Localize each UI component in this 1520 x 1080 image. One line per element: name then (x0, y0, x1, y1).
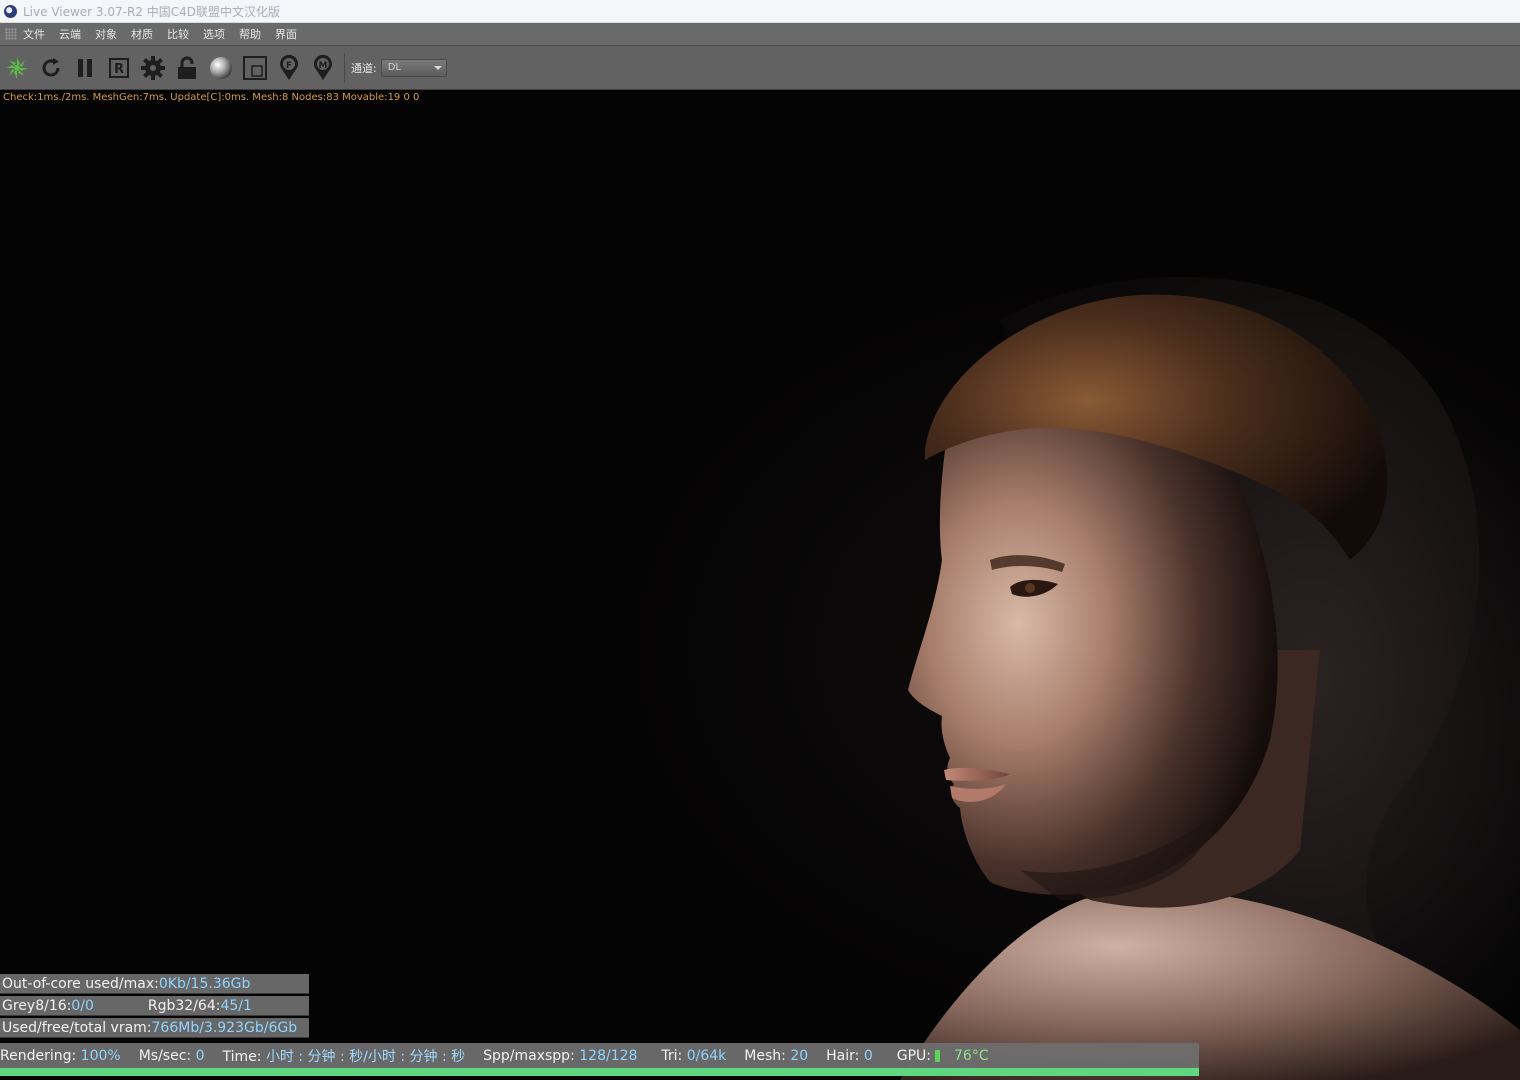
time-status: Time: 小时 : 分钟 : 秒/小时 : 分钟 : 秒 (222, 1048, 466, 1065)
lock-button[interactable] (172, 53, 202, 83)
rgb-value: 45/1 (220, 997, 252, 1014)
svg-text:F: F (286, 61, 292, 71)
lock-icon (178, 56, 196, 79)
recalculate-button[interactable]: R (104, 53, 134, 83)
title-bar: Live Viewer 3.07-R2 中国C4D联盟中文汉化版 (0, 0, 1520, 23)
ms-per-sec-value: 0 (195, 1047, 205, 1064)
gpu-status: GPU: 76°C (896, 1047, 989, 1064)
menu-bar: 文件 云端 对象 材质 比较 选项 帮助 界面 (0, 23, 1520, 46)
rendered-portrait-image (900, 276, 1520, 1080)
toolbar: R F M 通道: DL (0, 46, 1520, 90)
material-sphere-icon (210, 56, 232, 79)
settings-gear-icon (141, 55, 165, 80)
channel-label: 通道: (351, 61, 377, 75)
material-preview-button[interactable] (206, 53, 236, 83)
settings-button[interactable] (138, 53, 168, 83)
mesh-status: Mesh: 20 (744, 1047, 809, 1064)
spp-value: 128/128 (579, 1047, 638, 1064)
chevron-down-icon (433, 65, 442, 70)
menu-grip-icon[interactable] (5, 28, 17, 40)
material-picker-button[interactable]: M (308, 53, 338, 83)
vram-value: 766Mb/3.923Gb/6Gb (151, 1019, 298, 1036)
restart-icon (42, 57, 60, 76)
svg-text:M: M (319, 61, 328, 71)
window-title: Live Viewer 3.07-R2 中国C4D联盟中文汉化版 (23, 4, 281, 19)
mesh-value: 20 (790, 1047, 809, 1064)
focus-picker-button[interactable]: F (274, 53, 304, 83)
menu-materials[interactable]: 材质 (131, 26, 153, 42)
channel-dropdown-value: DL (387, 62, 401, 73)
menu-compare[interactable]: 比较 (167, 26, 189, 42)
render-viewport[interactable]: Check:1ms./2ms. MeshGen:7ms. Update[C]:0… (0, 90, 1520, 1080)
region-render-button[interactable] (240, 53, 270, 83)
menu-objects[interactable]: 对象 (95, 26, 117, 42)
vram-readout: Used/free/total vram: 766Mb/3.923Gb/6Gb (0, 1018, 309, 1038)
render-status-bar: Rendering: 100% Ms/sec: 0 Time: 小时 : 分钟 … (0, 1043, 1199, 1068)
hair-value: 0 (863, 1047, 873, 1064)
rgb-label: Rgb32/64: (147, 997, 221, 1014)
pause-render-button[interactable] (70, 53, 100, 83)
grey-label: Grey8/16: (2, 997, 72, 1014)
ooc-label: Out-of-core used/max: (2, 975, 159, 992)
render-progress-fill (0, 1068, 1199, 1076)
gpu-temperature: 76°C (954, 1047, 989, 1064)
octane-logo-icon (6, 56, 28, 79)
spp-status: Spp/maxspp: 128/128 (483, 1047, 638, 1064)
tri-value: 0/64k (686, 1047, 727, 1064)
toolbar-separator (344, 52, 345, 83)
hair-status: Hair: 0 (826, 1047, 873, 1064)
gpu-usage-bar (935, 1049, 941, 1062)
app-logo-icon (4, 4, 17, 18)
menu-options[interactable]: 选项 (203, 26, 225, 42)
start-render-button[interactable] (2, 53, 32, 83)
ooc-value: 0Kb/15.36Gb (158, 975, 251, 992)
focus-pick-f-icon: F (280, 54, 298, 80)
rendering-percent: 100% (80, 1047, 121, 1064)
svg-text:R: R (114, 62, 124, 77)
material-pick-m-icon: M (314, 54, 332, 80)
texture-count-readout: Grey8/16: 0/0 Rgb32/64: 45/1 (0, 996, 309, 1016)
rendering-status: Rendering: 100% (0, 1047, 121, 1064)
channel-dropdown[interactable]: DL (380, 58, 447, 77)
menu-help[interactable]: 帮助 (239, 26, 261, 42)
tri-status: Tri: 0/64k (661, 1047, 727, 1064)
menu-interface[interactable]: 界面 (275, 26, 297, 42)
restart-render-button[interactable] (36, 53, 66, 83)
grey-value: 0/0 (71, 997, 94, 1014)
ms-per-sec-status: Ms/sec: 0 (138, 1047, 205, 1064)
render-stats-line: Check:1ms./2ms. MeshGen:7ms. Update[C]:0… (3, 92, 420, 103)
vram-label: Used/free/total vram: (2, 1019, 152, 1036)
render-progress-bar (0, 1068, 1199, 1076)
recalculate-r-icon: R (109, 57, 129, 78)
region-render-icon (243, 55, 267, 80)
out-of-core-readout: Out-of-core used/max: 0Kb/15.36Gb (0, 974, 309, 994)
menu-file[interactable]: 文件 (23, 26, 45, 42)
menu-cloud[interactable]: 云端 (59, 26, 81, 42)
time-value: 小时 : 分钟 : 秒/小时 : 分钟 : 秒 (265, 1048, 466, 1065)
pause-icon (78, 58, 92, 77)
